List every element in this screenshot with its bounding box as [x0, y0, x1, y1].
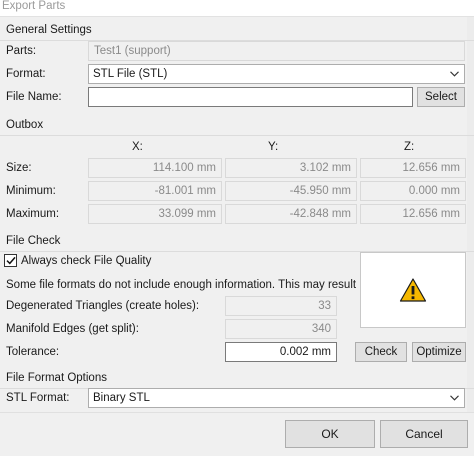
check-button[interactable]: Check [355, 342, 407, 362]
maximum-y-field: -42.848 mm [225, 204, 357, 224]
always-check-label[interactable]: Always check File Quality [21, 254, 151, 269]
size-y-field: 3.102 mm [225, 158, 357, 178]
size-z-field: 12.656 mm [360, 158, 466, 178]
manifold-edges-field: 340 [225, 319, 337, 339]
degenerated-triangles-field: 33 [225, 296, 337, 316]
format-select[interactable]: STL File (STL) [88, 64, 465, 84]
chevron-down-icon [448, 65, 460, 83]
scrollbar[interactable] [467, 17, 474, 412]
optimize-button[interactable]: Optimize [412, 342, 466, 362]
group-file-check: File Check [0, 233, 474, 252]
minimum-z-field: 0.000 mm [360, 181, 466, 201]
manifold-edges-label: Manifold Edges (get split): [6, 323, 139, 335]
ok-button[interactable]: OK [285, 420, 375, 448]
degenerated-triangles-label: Degenerated Triangles (create holes): [6, 300, 200, 312]
select-button[interactable]: Select [417, 87, 465, 107]
axis-y-label: Y: [268, 141, 279, 153]
format-select-value: STL File (STL) [93, 68, 168, 80]
size-label: Size: [6, 162, 32, 174]
always-check-checkbox[interactable] [4, 254, 17, 267]
cancel-button[interactable]: Cancel [380, 420, 468, 448]
maximum-label: Maximum: [6, 208, 60, 220]
format-label: Format: [6, 68, 46, 80]
dialog-footer: OK Cancel [0, 412, 474, 456]
window-title: Export Parts [0, 0, 474, 17]
minimum-y-field: -45.950 mm [225, 181, 357, 201]
stl-format-select[interactable]: Binary STL [88, 388, 465, 408]
group-general-settings: General Settings [0, 22, 474, 41]
axis-z-label: Z: [404, 141, 415, 153]
minimum-x-field: -81.001 mm [88, 181, 222, 201]
minimum-label: Minimum: [6, 185, 56, 197]
tolerance-input[interactable]: 0.002 mm [225, 342, 337, 362]
parts-field: Test1 (support) [88, 41, 465, 61]
maximum-z-field: 12.656 mm [360, 204, 466, 224]
chevron-down-icon [448, 389, 460, 407]
checkmark-icon [5, 256, 16, 265]
axis-x-label: X: [132, 141, 143, 153]
size-x-field: 114.100 mm [88, 158, 222, 178]
file-check-message: Some file formats do not include enough … [6, 279, 405, 291]
stl-format-select-value: Binary STL [93, 392, 150, 404]
tolerance-label: Tolerance: [6, 346, 60, 358]
filename-label: File Name: [6, 91, 62, 103]
parts-label: Parts: [6, 45, 37, 57]
filename-input[interactable] [88, 87, 413, 107]
group-file-format-options: File Format Options [0, 370, 474, 389]
warning-icon [399, 278, 427, 302]
group-outbox: Outbox [0, 117, 474, 136]
warning-panel [360, 252, 466, 328]
maximum-x-field: 33.099 mm [88, 204, 222, 224]
stl-format-label: STL Format: [6, 392, 70, 404]
